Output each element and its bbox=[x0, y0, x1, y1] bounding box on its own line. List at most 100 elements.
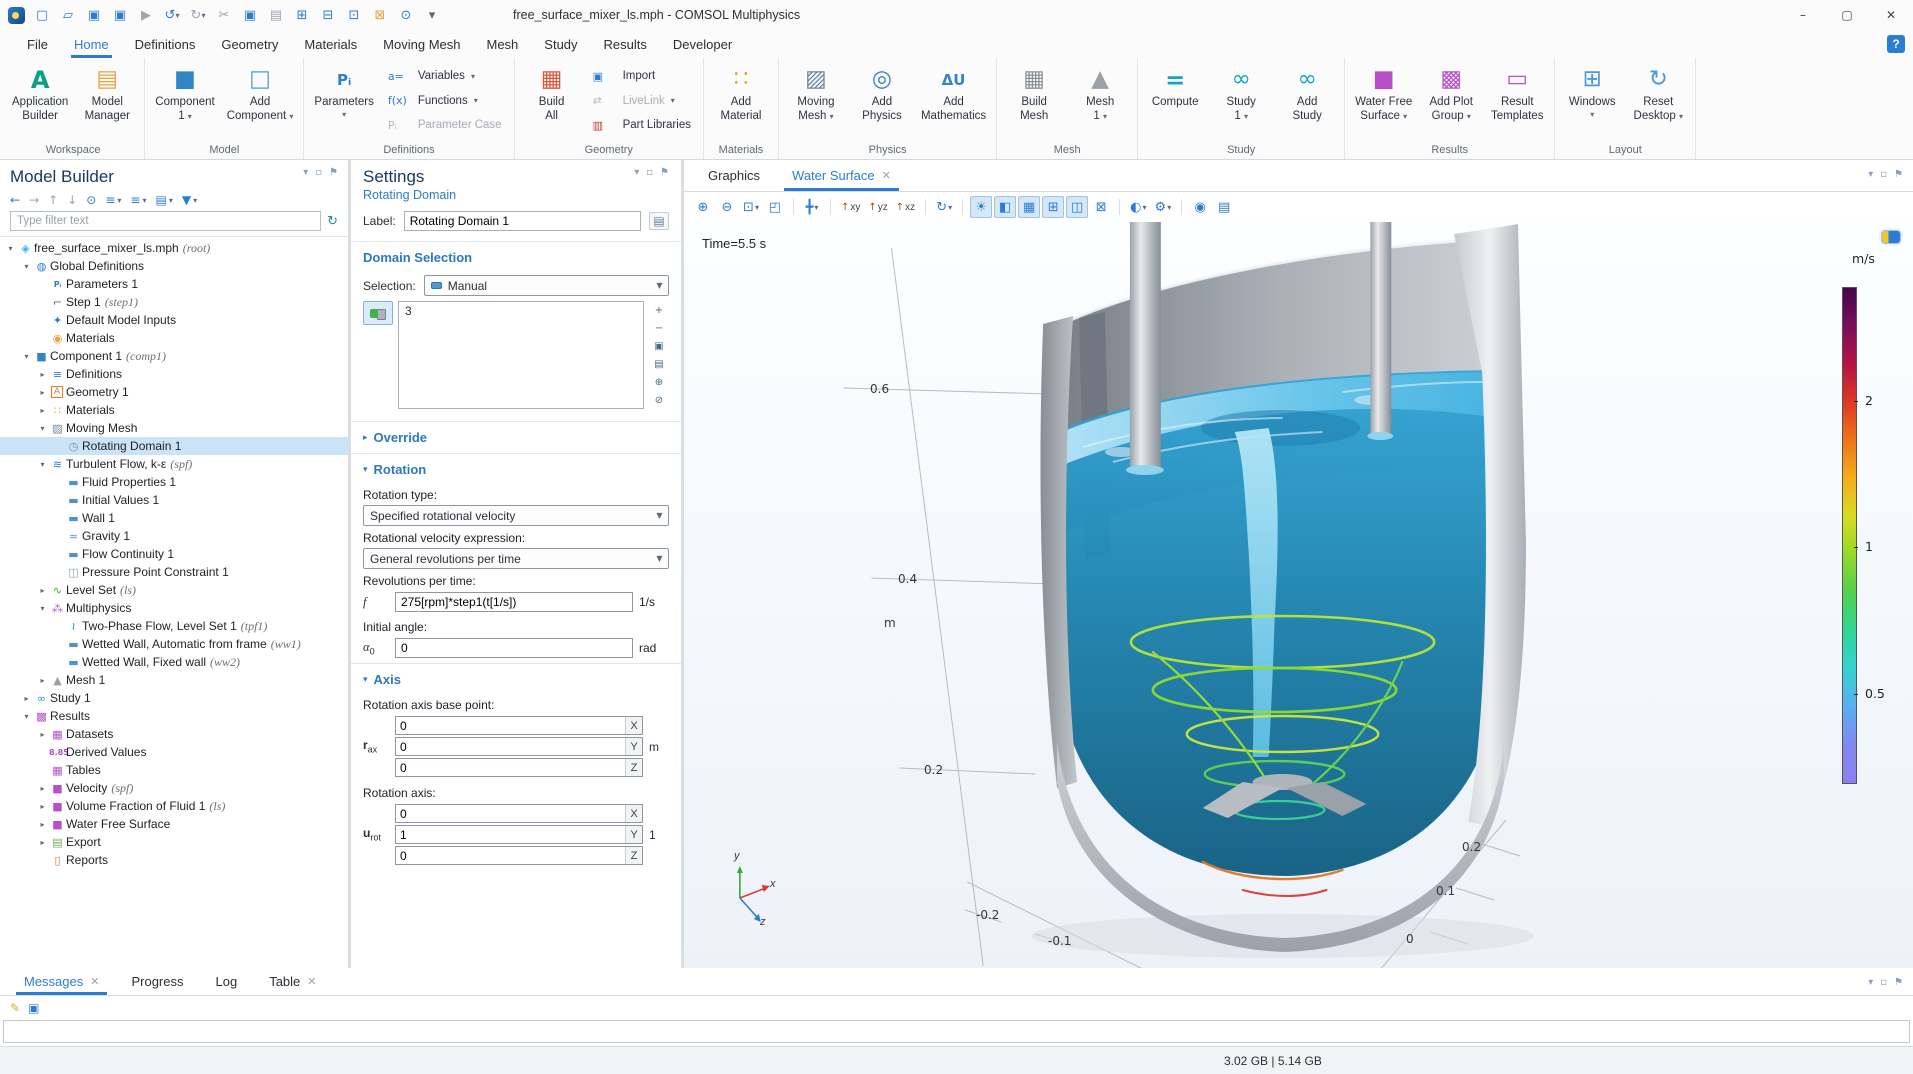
expander-icon[interactable]: ▸ bbox=[36, 820, 49, 829]
collapse-panel-icon[interactable]: ▾ bbox=[634, 167, 639, 178]
tree-item-materials[interactable]: ▸∷Materials bbox=[0, 401, 348, 419]
add-physics-button[interactable]: ◎AddPhysics bbox=[850, 61, 914, 142]
tree-item-materials[interactable]: ◉Materials bbox=[0, 329, 348, 347]
add-to-selection-button[interactable]: + bbox=[651, 303, 667, 317]
expander-icon[interactable]: ▾ bbox=[36, 424, 49, 433]
rotation-axis-base-point-y-field[interactable]: Y bbox=[395, 737, 643, 756]
model-manager-button[interactable]: ▤ModelManager bbox=[75, 61, 139, 142]
expander-icon[interactable]: ▾ bbox=[20, 352, 33, 361]
messages-tab-log[interactable]: Log bbox=[202, 968, 252, 995]
expand-all-icon[interactable]: ≡▾ bbox=[130, 193, 146, 207]
delete-icon[interactable]: ⊟ bbox=[317, 4, 339, 26]
snapshot-icon[interactable]: ◉ bbox=[1189, 196, 1211, 218]
expander-icon[interactable]: ▸ bbox=[36, 838, 49, 847]
scene-light-icon[interactable]: ☀ bbox=[970, 196, 992, 218]
undo-icon[interactable]: ↺▾ bbox=[161, 4, 183, 26]
expander-icon[interactable]: ▸ bbox=[36, 586, 49, 595]
domain-selection-header[interactable]: Domain Selection bbox=[351, 242, 681, 271]
plot-overlay-icon[interactable] bbox=[1881, 230, 1901, 244]
pin-panel-icon[interactable]: ⚑ bbox=[1894, 977, 1903, 988]
default-view-icon[interactable]: ╋▾ bbox=[801, 196, 823, 218]
expander-icon[interactable]: ▾ bbox=[4, 244, 17, 253]
rotation-axis-base-point-x-input[interactable] bbox=[396, 717, 625, 734]
graphics-tab-graphics[interactable]: Graphics bbox=[694, 160, 774, 191]
collapse-panel-icon[interactable]: ▾ bbox=[303, 167, 308, 178]
close-icon[interactable]: ✕ bbox=[307, 975, 316, 988]
rotation-axis-z-input[interactable] bbox=[396, 847, 625, 864]
menu-tab-results[interactable]: Results bbox=[591, 30, 660, 58]
collapse-panel-icon[interactable]: ▾ bbox=[1868, 977, 1873, 988]
rotation-axis-x-field[interactable]: X bbox=[395, 804, 643, 823]
help-button[interactable]: ? bbox=[1887, 35, 1905, 53]
tree-item-moving-mesh[interactable]: ▾▨Moving Mesh bbox=[0, 419, 348, 437]
rotation-axis-base-point-x-field[interactable]: X bbox=[395, 716, 643, 735]
transparency-icon[interactable]: ◧ bbox=[994, 196, 1016, 218]
deselect-button[interactable]: ⊘ bbox=[651, 393, 667, 407]
mesh-1-button[interactable]: ▲Mesh1 ▾ bbox=[1068, 61, 1132, 142]
select-icon[interactable]: ⊡ bbox=[343, 4, 365, 26]
cut-icon[interactable]: ✂ bbox=[213, 4, 235, 26]
zoom-out-icon[interactable]: ⊖ bbox=[716, 196, 738, 218]
tree-item-results[interactable]: ▾▩Results bbox=[0, 707, 348, 725]
part-libraries-button[interactable]: ▥Part Libraries bbox=[588, 114, 696, 136]
rve-combo[interactable]: General revolutions per time ▼ bbox=[363, 548, 669, 569]
menu-tab-study[interactable]: Study bbox=[531, 30, 590, 58]
add-material-button[interactable]: ∷AddMaterial bbox=[709, 61, 773, 142]
add-mathematics-button[interactable]: ΔUAddMathematics bbox=[916, 61, 991, 142]
menu-tab-developer[interactable]: Developer bbox=[660, 30, 745, 58]
show-axes-icon[interactable]: ◫ bbox=[1066, 196, 1088, 218]
expander-icon[interactable]: ▾ bbox=[20, 712, 33, 721]
go-forward-icon[interactable]: → bbox=[29, 193, 39, 207]
expander-icon[interactable]: ▸ bbox=[36, 730, 49, 739]
component-1-button[interactable]: ■Component1 ▾ bbox=[150, 61, 219, 142]
clear-selection-icon[interactable]: ⊠ bbox=[369, 4, 391, 26]
clear-messages-icon[interactable]: ✎ bbox=[10, 1001, 20, 1015]
tree-item-flow-continuity-1[interactable]: ▬Flow Continuity 1 bbox=[0, 545, 348, 563]
reset-desktop-button[interactable]: ↻ResetDesktop ▾ bbox=[1626, 61, 1690, 142]
tree-item-gravity-1[interactable]: ≈Gravity 1 bbox=[0, 527, 348, 545]
rotate-view-icon[interactable]: ↻▾ bbox=[933, 196, 955, 218]
import-button[interactable]: ▣Import bbox=[588, 65, 696, 87]
water-free-surface-button[interactable]: ■Water FreeSurface ▾ bbox=[1350, 61, 1417, 142]
expander-icon[interactable]: ▾ bbox=[36, 460, 49, 469]
menu-tab-moving-mesh[interactable]: Moving Mesh bbox=[370, 30, 473, 58]
tree-item-wetted-wall-automatic-from-frame[interactable]: ▬Wetted Wall, Automatic from frame(ww1) bbox=[0, 635, 348, 653]
remove-from-selection-button[interactable]: − bbox=[651, 321, 667, 335]
maximize-button[interactable]: ▢ bbox=[1825, 0, 1869, 30]
tree-item-two-phase-flow-level-set-1[interactable]: ≀Two-Phase Flow, Level Set 1(tpf1) bbox=[0, 617, 348, 635]
collapse-panel-icon[interactable]: ▾ bbox=[1868, 169, 1873, 180]
build-mesh-button[interactable]: ▦BuildMesh bbox=[1002, 61, 1066, 142]
filter-icon[interactable]: ▼▾ bbox=[182, 193, 197, 207]
pin-panel-icon[interactable]: ⚑ bbox=[329, 167, 338, 178]
float-panel-icon[interactable]: ▫ bbox=[1880, 169, 1887, 180]
initial-angle-input[interactable] bbox=[395, 638, 633, 658]
study-1-button[interactable]: ∞Study1 ▾ bbox=[1209, 61, 1273, 142]
tree-item-step-1[interactable]: ⌐Step 1(step1) bbox=[0, 293, 348, 311]
save-as-icon[interactable]: ▣ bbox=[109, 4, 131, 26]
rotation-section-header[interactable]: ▾ Rotation bbox=[351, 454, 681, 483]
menu-tab-definitions[interactable]: Definitions bbox=[122, 30, 209, 58]
tree-item-velocity[interactable]: ▸■Velocity(spf) bbox=[0, 779, 348, 797]
variables-button[interactable]: a=Variables▾ bbox=[383, 65, 507, 87]
revolutions-per-time-input[interactable] bbox=[395, 592, 633, 612]
rotation-type-combo[interactable]: Specified rotational velocity ▼ bbox=[363, 505, 669, 526]
rotation-axis-y-input[interactable] bbox=[396, 826, 625, 843]
wireframe-icon[interactable]: ▦ bbox=[1018, 196, 1040, 218]
graphics-tab-water-surface[interactable]: Water Surface✕ bbox=[778, 160, 905, 191]
windows-button[interactable]: ⊞Windows▾ bbox=[1560, 61, 1624, 142]
application-builder-button[interactable]: AApplicationBuilder bbox=[7, 61, 73, 142]
float-panel-icon[interactable]: ▫ bbox=[315, 167, 322, 178]
tree-item-water-free-surface[interactable]: ▸■Water Free Surface bbox=[0, 815, 348, 833]
open-file-icon[interactable]: ▱ bbox=[57, 4, 79, 26]
view-xy-icon[interactable]: ↑xy bbox=[838, 196, 863, 218]
color-theme-icon[interactable]: ◐▾ bbox=[1127, 196, 1149, 218]
functions-button[interactable]: f(x)Functions▾ bbox=[383, 90, 507, 112]
zoom-box-icon[interactable]: ⊡▾ bbox=[740, 196, 762, 218]
tree-item-rotating-domain-1[interactable]: ◷Rotating Domain 1 bbox=[0, 437, 348, 455]
selection-combo[interactable]: Manual ▼ bbox=[424, 275, 669, 296]
expander-icon[interactable]: ▸ bbox=[36, 406, 49, 415]
tree-item-reports[interactable]: ▯Reports bbox=[0, 851, 348, 869]
tree-filter-input[interactable] bbox=[10, 211, 321, 231]
tree-item-definitions[interactable]: ▸≡Definitions bbox=[0, 365, 348, 383]
label-options-button[interactable]: ▤ bbox=[649, 212, 669, 230]
